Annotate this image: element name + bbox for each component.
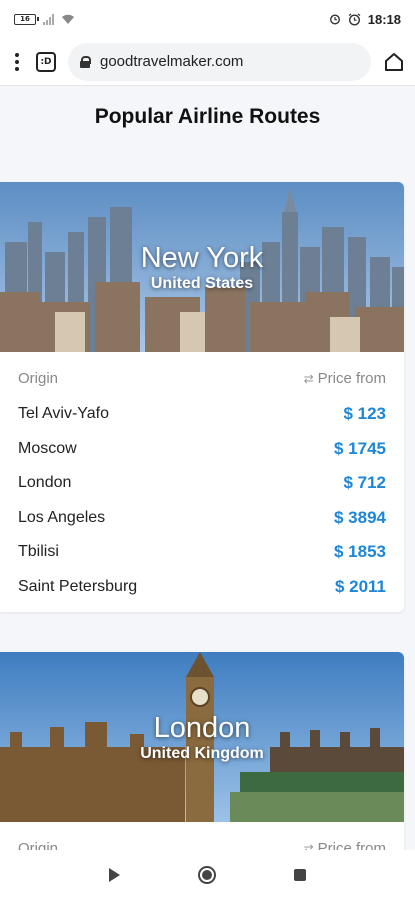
back-icon[interactable] (109, 868, 120, 882)
route-row[interactable]: Los Angeles $ 3894 (18, 501, 386, 536)
clock-icon (348, 12, 361, 26)
price-header-label: Price from (317, 840, 386, 850)
address-bar[interactable]: goodtravelmaker.com (68, 42, 371, 81)
routes-table: Origin ⇄ Price from Tel Aviv-Yafo $ 123 … (0, 352, 404, 604)
route-price[interactable]: $ 712 (343, 473, 386, 493)
system-nav-bar (0, 850, 415, 900)
destination-card-london[interactable]: London United Kingdom Origin ⇄ Price fro… (0, 652, 404, 850)
status-time: 18:18 (367, 11, 401, 27)
country-name: United States (150, 275, 254, 292)
route-price[interactable]: $ 1745 (334, 439, 386, 459)
battery-level: 16 (20, 14, 30, 23)
status-bar: 16 18:18 (0, 0, 415, 38)
origin-header: Origin (18, 840, 59, 850)
country-name: United Kingdom (140, 745, 264, 762)
city-name: New York (140, 242, 264, 274)
route-price[interactable]: $ 3894 (334, 508, 386, 528)
route-row[interactable]: Saint Petersburg $ 2011 (18, 570, 386, 605)
route-origin: Los Angeles (18, 508, 106, 526)
price-header: ⇄ Price from (304, 370, 386, 387)
page-content: Popular Airline Routes New York United S… (0, 87, 415, 850)
destination-title: New York United States (0, 182, 404, 352)
routes-header: Origin ⇄ Price from (18, 370, 386, 387)
home-button-icon[interactable] (198, 866, 216, 884)
route-origin: Tbilisi (18, 543, 59, 561)
url-text: goodtravelmaker.com (100, 53, 244, 70)
lock-icon (80, 55, 91, 68)
home-icon[interactable] (383, 51, 405, 73)
tab-count: :D (40, 56, 52, 67)
more-menu-icon[interactable] (10, 52, 24, 71)
tabs-icon[interactable]: :D (36, 51, 56, 72)
destination-hero: London United Kingdom (0, 652, 404, 822)
wifi-icon (62, 14, 74, 24)
browser-toolbar: :D goodtravelmaker.com (0, 38, 415, 86)
route-price[interactable]: $ 1853 (334, 542, 386, 562)
city-name: London (153, 712, 251, 744)
battery-icon: 16 (14, 13, 39, 25)
price-header: ⇄ Price from (304, 840, 386, 850)
signal-icon (43, 13, 54, 25)
route-row[interactable]: Moscow $ 1745 (18, 432, 386, 467)
route-row[interactable]: Tel Aviv-Yafo $ 123 (18, 397, 386, 432)
price-header-label: Price from (317, 370, 386, 387)
swap-icon: ⇄ (303, 841, 314, 851)
routes-table: Origin ⇄ Price from (0, 822, 404, 850)
route-origin: Tel Aviv-Yafo (18, 405, 110, 423)
swap-icon: ⇄ (303, 371, 314, 386)
route-row[interactable]: London $ 712 (18, 466, 386, 501)
route-origin: London (18, 474, 72, 492)
recent-apps-icon[interactable] (294, 869, 306, 881)
route-origin: Moscow (18, 439, 77, 457)
route-origin: Saint Petersburg (18, 577, 138, 595)
destination-card-new-york[interactable]: New York United States Origin ⇄ Price fr… (0, 182, 404, 612)
route-price[interactable]: $ 2011 (335, 577, 386, 597)
destination-title: London United Kingdom (0, 652, 404, 822)
route-price[interactable]: $ 123 (343, 404, 386, 424)
page-title: Popular Airline Routes (94, 105, 321, 128)
alarm-icon (329, 14, 340, 25)
route-row[interactable]: Tbilisi $ 1853 (18, 535, 386, 570)
origin-header: Origin (18, 370, 59, 387)
destination-hero: New York United States (0, 182, 404, 352)
routes-header: Origin ⇄ Price from (18, 840, 386, 850)
